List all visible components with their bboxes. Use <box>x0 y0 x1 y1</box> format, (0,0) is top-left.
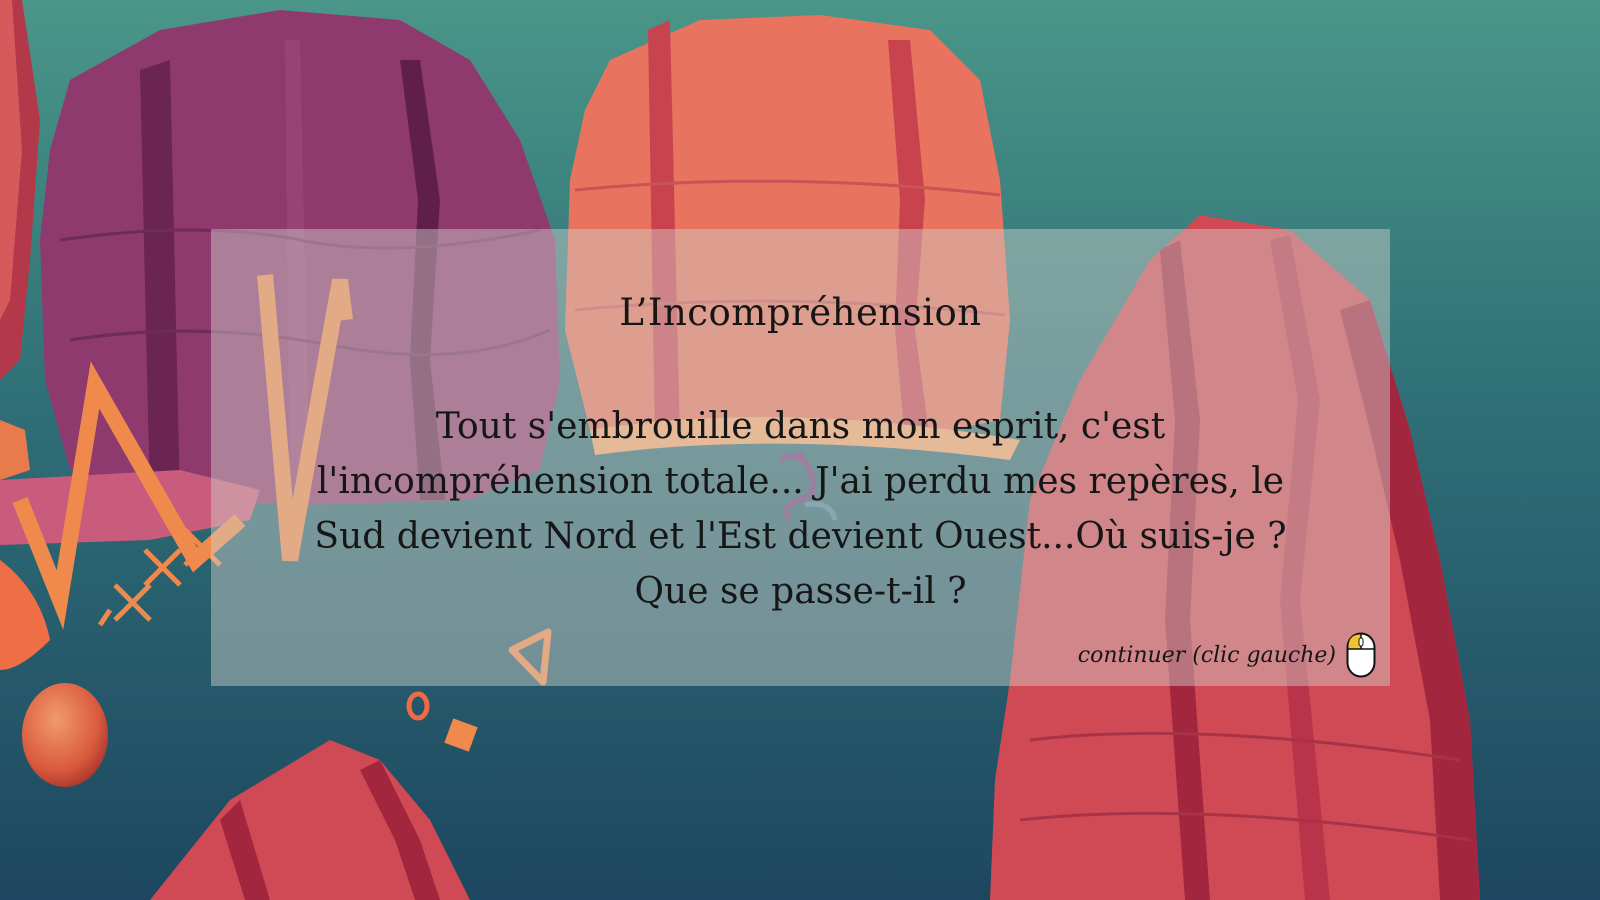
dialog-body-text: Tout s'embrouille dans mon esprit, c'est… <box>314 406 1287 612</box>
continue-label: continuer (clic gauche) <box>1077 642 1336 668</box>
orange-sphere <box>22 683 108 787</box>
mouse-left-click-icon <box>1346 632 1376 678</box>
continue-button[interactable]: continuer (clic gauche) <box>1078 632 1376 678</box>
dialog-title: L’Incompréhension <box>619 291 982 334</box>
dialog-panel: L’Incompréhension Tout s'embrouille dans… <box>211 229 1390 686</box>
